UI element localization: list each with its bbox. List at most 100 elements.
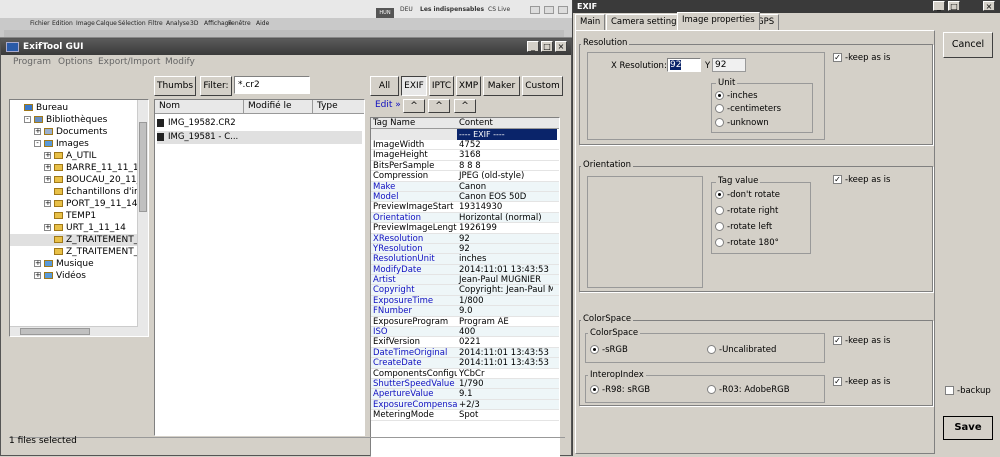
interop-r03-radio[interactable]: -R03: AdobeRGB [707,385,790,395]
tree-expander-icon[interactable]: + [34,128,41,135]
tree-item[interactable]: TEMP1 [10,210,148,222]
resolution-keep-checkbox[interactable]: ✓ -keep as is [833,53,890,63]
metadata-row[interactable]: Artist Jean-Paul MUGNIER [371,275,559,286]
metadata-row[interactable]: PreviewImageLength1926199 [371,223,559,234]
tree-hscroll-thumb[interactable] [20,328,90,335]
metadata-row[interactable]: Compression JPEG (old-style) [371,171,559,182]
metadata-row[interactable]: XResolution 92 [371,233,559,244]
folder-tree[interactable]: Bureau - Bibliothèques + Documents - Images + A_… [9,99,149,337]
nav-up-button-2[interactable]: ^ [428,99,450,113]
cancel-button[interactable]: Cancel [943,32,993,58]
tree-item[interactable]: + A_UTIL [10,150,148,162]
filter-input[interactable]: *.cr2 [234,76,310,94]
metadata-row[interactable]: PreviewImageStart 19314930 [371,202,559,213]
orient-rotate-180-radio[interactable]: -rotate 180° [715,238,779,248]
ps-menu-item[interactable]: Filtre [148,20,163,27]
metadata-row[interactable]: DateTimeOriginal 2014:11:01 13:43:53 [371,347,559,359]
metadata-row[interactable]: FNumber 9.0 [371,306,559,317]
metadata-row[interactable]: ExposureCompensation+2/3 [371,399,559,411]
metadata-row[interactable]: ISO 400 [371,327,559,338]
tab-maker[interactable]: Maker [483,76,520,96]
tree-item[interactable]: + URT_1_11_14 [10,222,148,234]
tree-item[interactable]: - Images [10,138,148,150]
dialog-close-button[interactable]: × [983,1,995,11]
tree-vscrollbar[interactable] [137,100,148,336]
workspace-essentials[interactable]: Les indispensables [420,6,484,13]
metadata-row[interactable]: BitsPerSample 8 8 8 [371,161,559,172]
metadata-row[interactable]: Make Canon [371,181,559,192]
interop-keep-checkbox[interactable]: ✓ -keep as is [833,377,890,387]
workspace-deu[interactable]: DEU [400,6,413,13]
save-button[interactable]: Save [943,416,993,440]
ps-minimize-button[interactable] [530,6,540,14]
menu-export-import[interactable]: Export/Import [98,57,160,67]
edit-menu-button[interactable]: Edit » [375,100,401,110]
tree-item[interactable]: Z_TRAITEMENT_T [10,246,148,258]
interop-r98-radio[interactable]: -R98: sRGB [590,385,650,395]
ps-maximize-button[interactable] [544,6,554,14]
tree-item[interactable]: + Vidéos [10,270,148,282]
file-row[interactable]: IMG_19582.CR2 [157,117,362,129]
metadata-row[interactable]: YResolution 92 [371,243,559,255]
cs-live-button[interactable]: CS Live [488,6,510,13]
metadata-row[interactable]: ModifyDate 2014:11:01 13:43:53 [371,264,559,276]
backup-checkbox[interactable]: -backup [945,386,991,396]
metadata-row[interactable]: CreateDate 2014:11:01 13:43:53 [371,358,559,369]
metadata-table[interactable]: Tag Name Content ---- EXIF ---- ImageWid… [370,117,560,457]
ps-menu-item[interactable]: Edition [52,20,73,27]
colorspace-uncalibrated-radio[interactable]: -Uncalibrated [707,345,776,355]
unit-centimeters-radio[interactable]: -centimeters [715,104,781,114]
menu-program[interactable]: Program [13,57,51,67]
tree-item[interactable]: + BOUCAU_20_11_14 [10,174,148,186]
tree-item[interactable]: + Documents [10,126,148,138]
column-name[interactable]: Nom [159,101,180,111]
dialog-maximize-button[interactable]: □ [948,1,960,11]
tree-item[interactable]: + Musique [10,258,148,270]
orientation-keep-checkbox[interactable]: ✓ -keep as is [833,175,890,185]
workspace-hun[interactable]: HUN [376,8,394,18]
metadata-row[interactable]: Copyright Copyright: Jean-Paul MUGNIER [371,285,559,296]
x-resolution-input[interactable]: 92 [667,58,701,72]
tab-camera-settings[interactable]: Camera settings [606,14,686,30]
tab-xmp[interactable]: XMP [456,76,481,96]
unit-unknown-radio[interactable]: -unknown [715,118,769,128]
thumbs-button[interactable]: Thumbs [154,76,196,96]
metadata-row[interactable]: MeteringMode Spot [371,410,559,421]
tree-item[interactable]: - Bibliothèques [10,114,148,126]
menu-options[interactable]: Options [58,57,93,67]
file-list[interactable]: Nom Modifié le Type IMG_19582.CR2 IMG_19… [154,99,365,436]
ps-menu-item[interactable]: Image [76,20,95,27]
tree-expander-icon[interactable]: + [34,272,41,279]
maximize-button[interactable]: □ [541,41,553,52]
tree-item[interactable]: Échantillons d'images [10,186,148,198]
column-modified[interactable]: Modifié le [248,101,292,111]
tree-item[interactable]: + BARRE_11_11_14 [10,162,148,174]
orient-dont-rotate-radio[interactable]: -don't rotate [715,190,780,200]
tree-expander-icon[interactable]: + [44,224,51,231]
metadata-row[interactable]: ImageWidth 4752 [371,140,559,151]
column-type[interactable]: Type [317,101,338,111]
metadata-row[interactable]: Orientation Horizontal (normal) [371,212,559,224]
metadata-row[interactable]: ComponentsConfigurationYCbCr [371,369,559,379]
metadata-row[interactable]: ExposureProgram Program AE [371,317,559,328]
tree-expander-icon[interactable]: + [44,152,51,159]
y-resolution-input[interactable]: 92 [712,58,746,72]
ps-menu-item[interactable]: Calque [96,20,117,27]
tree-expander-icon[interactable]: + [44,200,51,207]
dialog-minimize-button[interactable]: _ [933,1,945,11]
file-row-selected[interactable]: IMG_19581 - C... [157,131,362,144]
ps-close-button[interactable] [558,6,568,14]
tree-expander-icon[interactable]: - [24,116,31,123]
ps-menu-item[interactable]: Aide [256,20,269,27]
orient-rotate-left-radio[interactable]: -rotate left [715,222,772,232]
tree-expander-icon[interactable]: + [44,176,51,183]
tab-exif[interactable]: EXIF [401,76,427,96]
nav-up-button-1[interactable]: ^ [403,99,425,113]
ps-menu-item[interactable]: Fichier [30,20,50,27]
ps-menu-item[interactable]: Analyse [166,20,190,27]
tab-all[interactable]: All [370,76,399,96]
tree-item[interactable]: + PORT_19_11_14 [10,198,148,210]
tree-hscrollbar[interactable] [10,326,138,336]
colorspace-keep-checkbox[interactable]: ✓ -keep as is [833,336,890,346]
metadata-row[interactable]: Model Canon EOS 50D [371,191,559,203]
